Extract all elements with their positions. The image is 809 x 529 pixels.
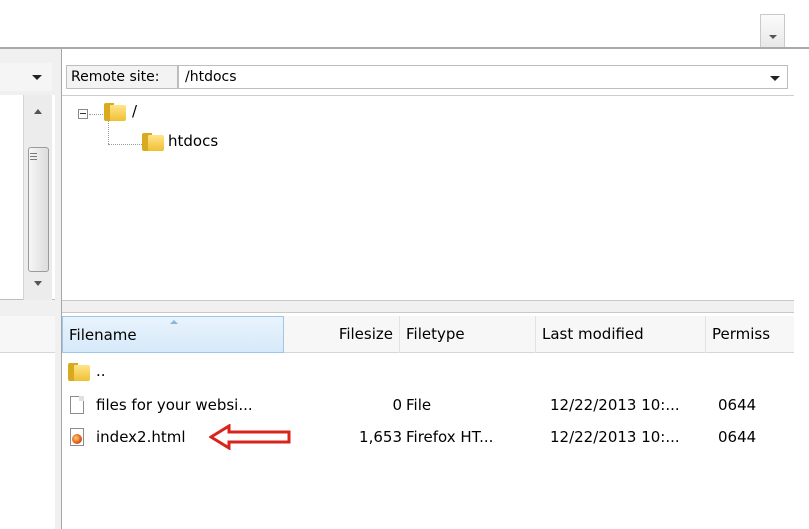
local-site-dropdown[interactable] — [0, 63, 52, 91]
folder-icon — [104, 103, 126, 121]
table-row[interactable]: index2.html 1,653 Firefox HT... 12/22/20… — [62, 423, 794, 451]
sort-ascending-icon — [170, 320, 178, 324]
file-name: files for your websi... — [96, 396, 253, 414]
remote-site-label: Remote site: — [66, 65, 178, 89]
scroll-up-icon[interactable] — [34, 109, 42, 114]
firefox-html-icon — [70, 428, 84, 446]
parent-directory-item[interactable]: .. — [96, 362, 106, 380]
file-size: 0 — [392, 396, 402, 414]
column-header-last-modified[interactable]: Last modified — [536, 316, 706, 353]
tree-connector — [108, 144, 142, 145]
tree-item-root[interactable]: / — [132, 102, 137, 120]
folder-icon — [142, 133, 164, 151]
divider — [0, 47, 809, 49]
column-header-permissions[interactable]: Permiss — [706, 316, 794, 353]
column-header-filetype[interactable]: Filetype — [400, 316, 536, 353]
scroll-down-button[interactable] — [760, 14, 785, 48]
column-header-filesize[interactable]: Filesize — [284, 316, 400, 353]
file-permissions: 0644 — [718, 396, 757, 414]
local-tree-scrollbar[interactable] — [23, 95, 52, 300]
file-modified: 12/22/2013 10:... — [550, 428, 680, 446]
file-type: Firefox HT... — [406, 428, 494, 446]
chevron-down-icon — [32, 75, 42, 80]
chevron-down-icon[interactable] — [770, 76, 780, 81]
local-file-list — [0, 353, 55, 529]
pane-splitter[interactable] — [62, 300, 794, 313]
file-permissions: 0644 — [718, 428, 757, 446]
file-modified: 12/22/2013 10:... — [550, 396, 680, 414]
remote-tree — [62, 95, 794, 299]
scroll-thumb[interactable] — [28, 147, 49, 272]
file-icon — [70, 396, 84, 414]
tree-connector — [108, 118, 109, 144]
collapse-icon[interactable] — [78, 109, 88, 119]
local-list-header — [0, 316, 55, 353]
scroll-down-icon[interactable] — [34, 281, 42, 286]
grip-icon — [30, 153, 37, 154]
top-strip — [0, 0, 809, 47]
folder-icon — [68, 363, 90, 381]
file-type: File — [406, 396, 432, 414]
file-size: 1,653 — [359, 428, 402, 446]
tree-item-htdocs[interactable]: htdocs — [168, 132, 218, 150]
annotation-arrow-icon — [209, 424, 291, 450]
chevron-down-icon — [769, 35, 777, 39]
remote-path-input[interactable]: /htdocs — [178, 65, 788, 89]
table-row[interactable]: files for your websi... 0 File 12/22/201… — [62, 391, 794, 419]
